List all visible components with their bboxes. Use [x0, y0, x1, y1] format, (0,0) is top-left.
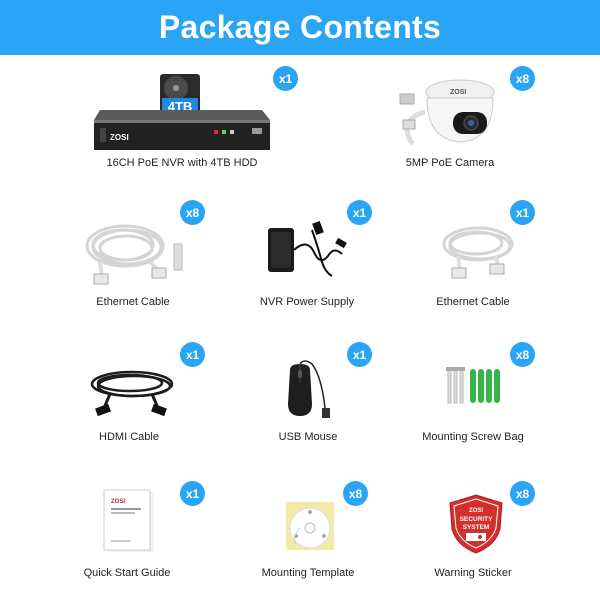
- quantity-badge: x1: [347, 200, 372, 225]
- dome-camera-icon: ZOSI: [399, 79, 495, 146]
- ethernet-cable-icon: [85, 224, 183, 285]
- sticker-brand-logo: ZOSI: [469, 508, 483, 514]
- camera-brand-logo: ZOSI: [450, 89, 466, 96]
- quantity-badge: x8: [510, 66, 535, 91]
- quantity-badge: x1: [510, 200, 535, 225]
- item-label: USB Mouse: [278, 431, 338, 443]
- item-label: Warning Sticker: [434, 567, 512, 579]
- item-label: Ethernet Cable: [436, 296, 510, 308]
- warning-sticker-icon: ZOSI SECURITY SYSTEM: [449, 494, 503, 554]
- nvr-brand-logo: ZOSI: [110, 133, 129, 142]
- nvr-recorder-icon: 4TB ZOSI: [94, 74, 270, 150]
- hdmi-cable-icon: [90, 370, 174, 417]
- quantity-badge: x1: [347, 342, 372, 367]
- page-title: Package Contents: [158, 9, 442, 45]
- item-label: 5MP PoE Camera: [405, 157, 495, 169]
- mounting-template-icon: [286, 502, 334, 550]
- item-label: Mounting Template: [261, 567, 355, 579]
- item-label: NVR Power Supply: [259, 296, 355, 308]
- sticker-line-1: SECURITY: [460, 516, 494, 523]
- quick-guide-icon: ZOSI: [103, 489, 154, 552]
- header-banner: Package Contents: [0, 0, 600, 55]
- item-label: 16CH PoE NVR with 4TB HDD: [106, 157, 258, 169]
- quantity-badge: x1: [180, 342, 205, 367]
- item-label: Quick Start Guide: [83, 567, 171, 579]
- ethernet-cable-icon: [442, 226, 514, 279]
- power-adapter-icon: [268, 220, 347, 277]
- screw-bag-icon: [446, 367, 500, 404]
- quantity-badge: x1: [273, 66, 298, 91]
- quantity-badge: x1: [180, 481, 205, 506]
- quantity-badge: x8: [510, 342, 535, 367]
- guide-brand-logo: ZOSI: [111, 499, 125, 505]
- sticker-line-2: SYSTEM: [463, 524, 490, 531]
- item-label: HDMI Cable: [99, 431, 159, 443]
- quantity-badge: x8: [180, 200, 205, 225]
- item-label: Ethernet Cable: [96, 296, 170, 308]
- quantity-badge: x8: [510, 481, 535, 506]
- quantity-badge: x8: [343, 481, 368, 506]
- item-label: Mounting Screw Bag: [422, 431, 524, 443]
- usb-mouse-icon: [288, 360, 330, 418]
